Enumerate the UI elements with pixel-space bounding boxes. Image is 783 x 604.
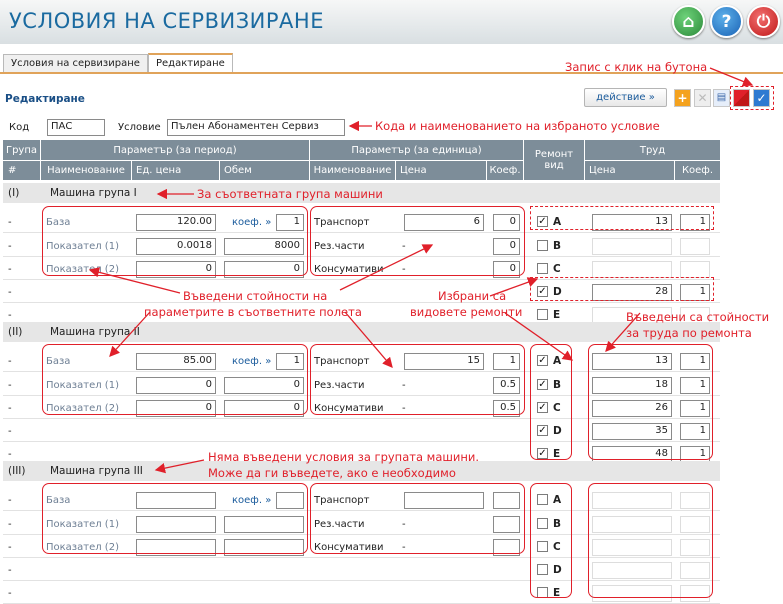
col-param-period: Параметър (за период) xyxy=(41,140,309,160)
annot-box-labor-2 xyxy=(588,344,713,460)
row-dash: - xyxy=(8,588,12,599)
repair-checkbox[interactable] xyxy=(537,309,548,320)
row-dash: - xyxy=(8,565,12,576)
condition-input[interactable]: Пълен Абонаментен Сервиз xyxy=(167,119,345,136)
row-dash: - xyxy=(8,217,12,228)
row-dash: - xyxy=(8,426,12,437)
annot-box-period-2 xyxy=(42,344,308,415)
repair-type: E xyxy=(553,309,561,321)
group-header-row xyxy=(3,322,720,342)
col-coef: Коеф. xyxy=(487,161,523,180)
row-separator xyxy=(3,302,720,303)
group-name: Машина група II xyxy=(50,326,140,338)
action-button[interactable]: действие » xyxy=(584,88,667,107)
row-separator xyxy=(3,325,720,326)
annot-values-1: Въведени стойности на xyxy=(183,289,328,303)
annot-box-repair-2 xyxy=(530,344,572,460)
annot-box-unit-1 xyxy=(310,206,525,276)
row-dash: - xyxy=(8,519,12,530)
labor-coef-input[interactable] xyxy=(680,261,710,278)
row-dash: - xyxy=(8,241,12,252)
annot-selected-1: Избрани са xyxy=(438,289,507,303)
annot-box-repair-3 xyxy=(530,483,572,598)
col-labor: Труд xyxy=(585,140,720,160)
home-icon[interactable]: ⌂ xyxy=(672,5,705,38)
group-num: (III) xyxy=(8,465,26,477)
tab-conditions[interactable]: Условия на сервизиране xyxy=(3,54,148,73)
row-dash: - xyxy=(8,264,12,275)
annot-box-period-3 xyxy=(42,483,308,554)
repair-type: B xyxy=(553,240,562,252)
row-dash: - xyxy=(8,449,12,460)
repair-type: C xyxy=(553,263,561,275)
annot-box-period-1 xyxy=(42,206,308,276)
annot-group: За съответната група машини xyxy=(197,187,383,201)
group-num: (II) xyxy=(8,326,23,338)
col-group-num: # xyxy=(3,161,40,180)
save-highlight xyxy=(730,86,774,110)
row-dash: - xyxy=(8,380,12,391)
col-name: Наименование xyxy=(41,161,131,180)
group-name: Машина група I xyxy=(50,187,137,199)
col-volume: Обем xyxy=(220,161,309,180)
power-icon[interactable]: ⏻ xyxy=(747,5,780,38)
arrow-save xyxy=(709,67,754,87)
annot-none-1: Няма въведени условия за групата машини. xyxy=(208,450,480,464)
help-icon[interactable]: ? xyxy=(710,5,743,38)
group-num: (I) xyxy=(8,187,20,199)
annot-labor-2: за труда по ремонта xyxy=(626,326,752,340)
labor-price-input[interactable] xyxy=(592,261,672,278)
row-dash: - xyxy=(8,403,12,414)
annot-labor-1: Въведени са стойности xyxy=(626,310,770,324)
labor-price-input[interactable] xyxy=(592,238,672,255)
tab-edit[interactable]: Редактиране xyxy=(148,53,233,73)
col-labor-price: Цена xyxy=(585,161,674,180)
annot-save: Запис с клик на бутона xyxy=(565,60,708,74)
row-dash: - xyxy=(8,287,12,298)
app-title: УСЛОВИЯ НА СЕРВИЗИРАНЕ xyxy=(9,9,324,33)
add-icon[interactable]: + xyxy=(674,89,691,107)
annot-selected-2: видовете ремонти xyxy=(410,305,523,319)
repair-checkbox[interactable] xyxy=(537,263,548,274)
col-unit-price: Ед. цена xyxy=(132,161,219,180)
arrow-none xyxy=(154,459,205,474)
group-name: Машина група III xyxy=(50,465,143,477)
annot-values-2: параметрите в съответните полета xyxy=(144,305,362,319)
row-dash: - xyxy=(8,495,12,506)
annot-box-unit-3 xyxy=(310,483,525,554)
annot-code: Кода и наименованието на избраното услов… xyxy=(375,119,660,133)
row-dash: - xyxy=(8,356,12,367)
list-icon[interactable]: ▤ xyxy=(713,89,730,107)
labor-coef-input[interactable] xyxy=(680,238,710,255)
annot-none-2: Може да ги въведете, ако е необходимо xyxy=(208,466,456,480)
code-input[interactable]: ПАС xyxy=(47,119,105,136)
row-dash: - xyxy=(8,542,12,553)
row-dash: - xyxy=(8,310,12,321)
col-param-unit: Параметър (за единица) xyxy=(310,140,523,160)
col-name2: Наименование xyxy=(310,161,395,180)
annot-box-repair-d xyxy=(530,277,714,301)
annot-box-repair-a xyxy=(530,206,714,230)
col-repair: Ремонт вид xyxy=(524,140,584,180)
col-labor-coef: Коеф. xyxy=(675,161,720,180)
col-group: Група xyxy=(3,140,40,160)
delete-icon[interactable]: ✕ xyxy=(694,89,711,107)
code-label: Код xyxy=(9,122,30,133)
col-price: Цена xyxy=(396,161,486,180)
section-title: Редактиране xyxy=(5,93,85,105)
annot-box-unit-2 xyxy=(310,344,525,415)
repair-checkbox[interactable] xyxy=(537,240,548,251)
condition-label: Условие xyxy=(118,122,161,133)
annot-box-labor-3 xyxy=(588,483,713,598)
